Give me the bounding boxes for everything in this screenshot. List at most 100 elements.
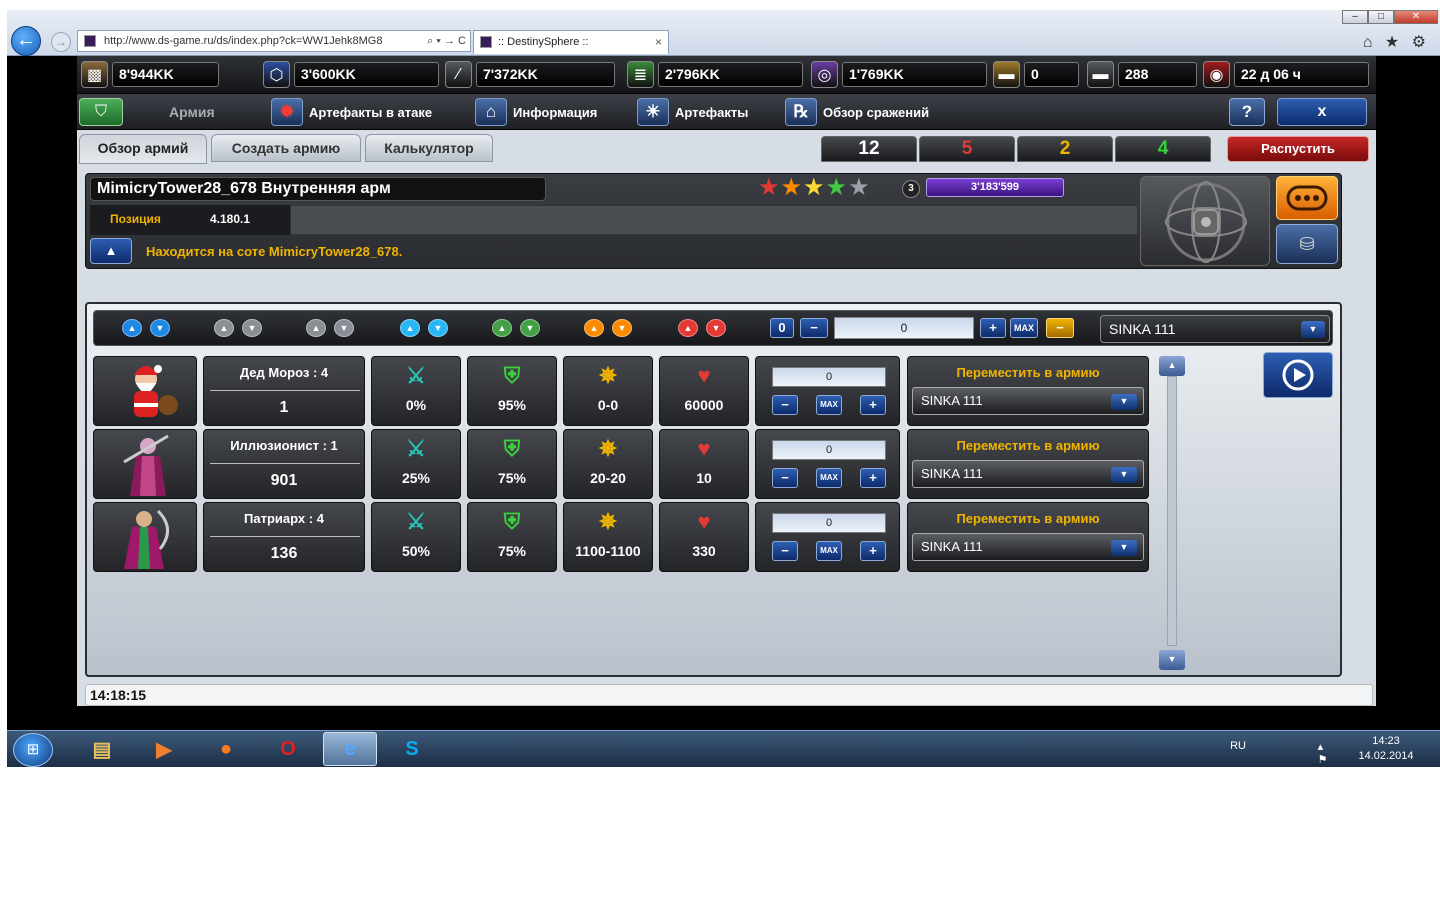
resource-6-value: 288 — [1118, 62, 1197, 87]
explorer-icon[interactable]: ▤ — [75, 732, 129, 766]
unit-quantity-cell: 0 − MAX + — [755, 502, 900, 572]
back-button[interactable]: ← — [11, 26, 41, 56]
scroll-track[interactable] — [1167, 376, 1177, 646]
unit-decrease-button[interactable]: − — [772, 541, 798, 561]
move-target-select[interactable]: SINKA 111 ▼ — [912, 533, 1144, 561]
unit-portrait-image — [124, 509, 169, 569]
tab-army-overview[interactable]: Обзор армий — [79, 134, 207, 164]
clock-time[interactable]: 14:23 — [1356, 735, 1416, 747]
unit-list-scrollbar[interactable]: ▲ ▼ — [1159, 356, 1185, 672]
sort-pair-3: ▲ ▼ — [400, 319, 448, 337]
chevron-down-icon[interactable]: ▼ — [1111, 467, 1137, 483]
disband-button[interactable]: Распустить — [1227, 136, 1369, 162]
minimize-button[interactable]: – — [1342, 10, 1368, 24]
sort-desc-icon[interactable]: ▼ — [428, 319, 448, 337]
resource-0-value: 8'944KK — [112, 62, 219, 87]
tray-icons[interactable]: ▴ ⚑ ▣ ♪ — [1318, 740, 1334, 767]
coins-icon: ⛁ — [1299, 233, 1315, 254]
unit-increase-button[interactable]: + — [860, 541, 886, 561]
clock-date[interactable]: 14.02.2014 — [1348, 750, 1424, 762]
scroll-down-button[interactable]: ▼ — [1159, 650, 1185, 670]
sort-asc-icon[interactable]: ▲ — [678, 319, 698, 337]
chevron-down-icon[interactable]: ▼ — [1111, 540, 1137, 556]
unit-quantity-input[interactable]: 0 — [772, 367, 886, 387]
browser-tab[interactable]: :: DestinySphere :: × — [473, 30, 669, 54]
sort-asc-icon[interactable]: ▲ — [400, 319, 420, 337]
decrease-button[interactable]: − — [800, 318, 828, 338]
sort-asc-icon[interactable]: ▲ — [584, 319, 604, 337]
help-button[interactable]: ? — [1229, 98, 1265, 126]
unit-max-button[interactable]: MAX — [816, 468, 842, 488]
rating-stars: ★★★★★ — [758, 174, 871, 201]
increase-button[interactable]: + — [980, 318, 1006, 338]
max-button[interactable]: MAX — [1010, 318, 1038, 338]
unit-quantity-input[interactable]: 0 — [772, 440, 886, 460]
sort-desc-icon[interactable]: ▼ — [150, 319, 170, 337]
unit-max-button[interactable]: MAX — [816, 541, 842, 561]
chevron-down-icon[interactable]: ▼ — [1301, 321, 1325, 338]
sort-asc-icon[interactable]: ▲ — [492, 319, 512, 337]
menu-army[interactable]: ⛉ Армия — [77, 98, 267, 126]
unit-divider — [210, 463, 360, 464]
resource-5: ▬ 0 — [993, 61, 1079, 88]
move-to-army-label: Переместить в армию — [956, 511, 1100, 526]
sort-desc-icon[interactable]: ▼ — [520, 319, 540, 337]
sort-desc-icon[interactable]: ▼ — [706, 319, 726, 337]
forward-button[interactable]: → — [51, 32, 71, 52]
unit-quantity-cell: 0 − MAX + — [755, 356, 900, 426]
coins-button[interactable]: ⛁ — [1276, 224, 1338, 264]
zero-button[interactable]: 0 — [770, 318, 794, 338]
move-target-select[interactable]: SINKA 111 ▼ — [912, 460, 1144, 488]
quantity-input[interactable]: 0 — [834, 317, 974, 339]
unit-decrease-button[interactable]: − — [772, 468, 798, 488]
window-close-button[interactable]: ✕ — [1394, 10, 1438, 24]
close-window-button[interactable]: x — [1277, 98, 1367, 126]
unit-max-button[interactable]: MAX — [816, 395, 842, 415]
unit-decrease-button[interactable]: − — [772, 395, 798, 415]
opera-icon[interactable]: O — [261, 732, 315, 766]
target-army-select[interactable]: SINKA 111 ▼ — [1100, 315, 1330, 343]
firefox-icon[interactable]: ● — [199, 732, 253, 766]
scroll-up-button[interactable]: ▲ — [1159, 356, 1185, 376]
resource-5-icon: ▬ — [993, 61, 1020, 88]
sort-asc-icon[interactable]: ▲ — [122, 319, 142, 337]
tab-close-icon[interactable]: × — [655, 31, 662, 53]
unit-increase-button[interactable]: + — [860, 468, 886, 488]
language-indicator[interactable]: RU — [1230, 740, 1246, 752]
address-controls[interactable]: ⌕ ▾ → C — [427, 31, 466, 51]
menu-battle-review[interactable]: ℞ Обзор сражений — [785, 98, 929, 126]
menu-artifacts-attack[interactable]: ✹ Артефакты в атаке — [271, 98, 432, 126]
menu-information[interactable]: ⌂ Информация — [475, 98, 597, 126]
start-button[interactable]: ⊞ — [13, 733, 53, 767]
media-player-icon[interactable]: ▶ — [137, 732, 191, 766]
tab-calculator[interactable]: Калькулятор — [365, 134, 493, 162]
desktop-screen: ← → http://www.ds-game.ru/ds/index.php?c… — [7, 10, 1440, 767]
planet-emblem — [1140, 176, 1270, 266]
sort-asc-icon[interactable]: ▲ — [306, 319, 326, 337]
resource-4: ◎ 1'769KK — [811, 61, 987, 88]
taskbar: ⊞ ▤ ▶ ● Oe S RU ▴ ⚑ ▣ ♪ 14:23 14.02.2014 — [7, 730, 1440, 767]
maximize-button[interactable]: □ — [1368, 10, 1394, 24]
firefox-glyph: ● — [219, 737, 233, 760]
play-button[interactable] — [1263, 352, 1333, 398]
sort-desc-icon[interactable]: ▼ — [612, 319, 632, 337]
menu-artifacts[interactable]: ☀ Артефакты — [637, 98, 748, 126]
sort-desc-icon[interactable]: ▼ — [242, 319, 262, 337]
tab-create-army[interactable]: Создать армию — [211, 134, 361, 162]
unit-quantity-input[interactable]: 0 — [772, 513, 886, 533]
browser-toolbar-icons[interactable]: ⌂ ★ ⚙ — [1363, 32, 1430, 52]
sort-desc-icon[interactable]: ▼ — [334, 319, 354, 337]
internet-explorer-icon[interactable]: e — [323, 732, 377, 766]
remove-button[interactable]: − — [1046, 318, 1074, 338]
chevron-down-icon[interactable]: ▼ — [1111, 394, 1137, 410]
unit-stat-defense: ⛨ 95% — [467, 356, 557, 426]
collapse-up-button[interactable]: ▲ — [90, 238, 132, 264]
unit-increase-button[interactable]: + — [860, 395, 886, 415]
resource-3-value: 2'796KK — [658, 62, 803, 87]
army-tank-button[interactable] — [1276, 176, 1338, 220]
skype-icon[interactable]: S — [385, 732, 439, 766]
address-bar[interactable]: http://www.ds-game.ru/ds/index.php?ck=WW… — [77, 30, 471, 52]
sort-asc-icon[interactable]: ▲ — [214, 319, 234, 337]
star-icon: ★ — [803, 174, 826, 201]
move-target-select[interactable]: SINKA 111 ▼ — [912, 387, 1144, 415]
